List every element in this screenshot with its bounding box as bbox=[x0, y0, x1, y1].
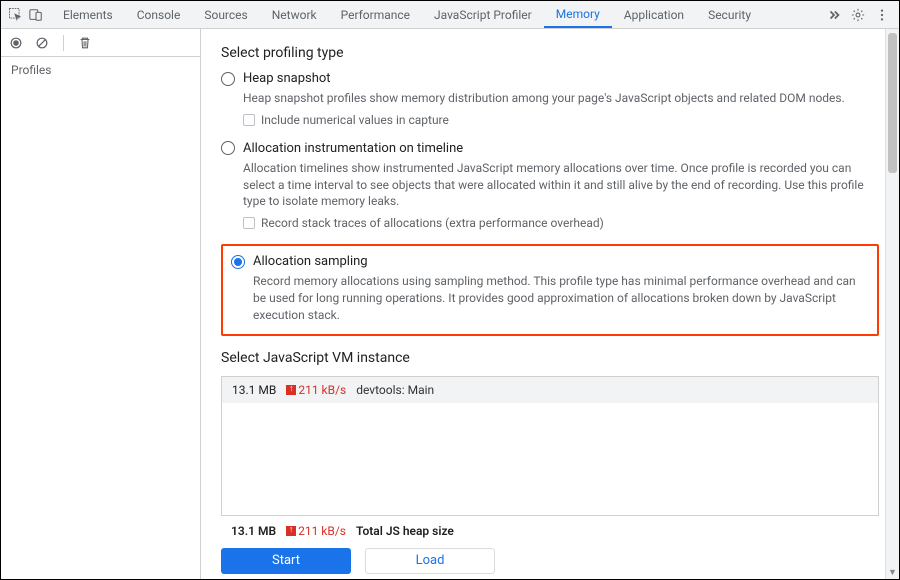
option-allocation-timeline-row[interactable]: Allocation instrumentation on timeline bbox=[221, 141, 879, 156]
clear-icon[interactable] bbox=[35, 36, 49, 50]
checkbox-stack-traces-label: Record stack traces of allocations (extr… bbox=[261, 216, 604, 230]
total-memory: 13.1 MB bbox=[231, 524, 276, 538]
checkbox-stack-traces[interactable] bbox=[243, 217, 255, 229]
checkbox-numerical-values[interactable] bbox=[243, 114, 255, 126]
option-allocation-sampling-title: Allocation sampling bbox=[253, 254, 368, 269]
load-button[interactable]: Load bbox=[365, 548, 495, 574]
start-button[interactable]: Start bbox=[221, 548, 351, 574]
vertical-scrollbar[interactable]: ▲ ▼ bbox=[885, 29, 899, 579]
inspect-icon[interactable] bbox=[9, 8, 23, 22]
radio-heap-snapshot[interactable] bbox=[221, 72, 235, 86]
devtools-window: Elements Console Sources Network Perform… bbox=[0, 0, 900, 580]
rate-up-arrow-icon: ↑ bbox=[286, 385, 296, 395]
section-profiling-type: Select profiling type bbox=[221, 45, 879, 61]
tab-security[interactable]: Security bbox=[696, 1, 763, 28]
record-icon[interactable] bbox=[9, 36, 23, 50]
panel-tabs: Elements Console Sources Network Perform… bbox=[51, 1, 763, 28]
option-heap-snapshot-row[interactable]: Heap snapshot bbox=[221, 71, 879, 86]
tab-console[interactable]: Console bbox=[125, 1, 193, 28]
scroll-down-icon[interactable]: ▼ bbox=[886, 565, 899, 579]
vm-name: devtools: Main bbox=[356, 383, 434, 397]
option-allocation-timeline: Allocation instrumentation on timeline A… bbox=[221, 141, 879, 230]
rate-up-arrow-icon: ↑ bbox=[286, 526, 296, 536]
main-content: Select profiling type Heap snapshot Heap… bbox=[201, 29, 899, 579]
option-allocation-timeline-desc: Allocation timelines show instrumented J… bbox=[243, 160, 879, 210]
vm-instance-row[interactable]: 13.1 MB ↑211 kB/s devtools: Main bbox=[222, 377, 878, 403]
vm-rate: ↑211 kB/s bbox=[286, 383, 346, 397]
highlighted-option: Allocation sampling Record memory alloca… bbox=[221, 244, 879, 335]
option-allocation-timeline-sub[interactable]: Record stack traces of allocations (extr… bbox=[243, 216, 879, 230]
sidebar-heading: Profiles bbox=[1, 57, 200, 83]
option-allocation-sampling-row[interactable]: Allocation sampling bbox=[231, 254, 869, 269]
tabbar-right-controls bbox=[827, 8, 899, 22]
total-rate: ↑211 kB/s bbox=[286, 524, 346, 538]
tab-sources[interactable]: Sources bbox=[192, 1, 259, 28]
tab-memory[interactable]: Memory bbox=[544, 1, 612, 28]
main-panel: Select profiling type Heap snapshot Heap… bbox=[201, 29, 899, 579]
toolbar-divider bbox=[63, 35, 64, 51]
scrollbar-thumb[interactable] bbox=[888, 33, 897, 173]
vm-memory: 13.1 MB bbox=[232, 383, 276, 397]
heap-summary: 13.1 MB ↑211 kB/s Total JS heap size bbox=[221, 516, 879, 544]
gear-icon[interactable] bbox=[851, 8, 865, 22]
tab-network[interactable]: Network bbox=[260, 1, 329, 28]
option-allocation-sampling-desc: Record memory allocations using sampling… bbox=[253, 273, 869, 323]
option-heap-snapshot-sub[interactable]: Include numerical values in capture bbox=[243, 113, 879, 127]
action-buttons: Start Load bbox=[221, 544, 879, 579]
radio-allocation-timeline[interactable] bbox=[221, 141, 235, 155]
section-vm-instance: Select JavaScript VM instance bbox=[221, 350, 879, 366]
sidebar: Profiles bbox=[1, 29, 201, 579]
kebab-menu-icon[interactable] bbox=[875, 8, 889, 22]
option-heap-snapshot-desc: Heap snapshot profiles show memory distr… bbox=[243, 90, 879, 107]
option-heap-snapshot: Heap snapshot Heap snapshot profiles sho… bbox=[221, 71, 879, 127]
option-allocation-timeline-title: Allocation instrumentation on timeline bbox=[243, 141, 463, 156]
more-tabs-icon[interactable] bbox=[827, 8, 841, 22]
panel-body: Profiles Select profiling type Heap snap… bbox=[1, 29, 899, 579]
tab-elements[interactable]: Elements bbox=[51, 1, 125, 28]
radio-allocation-sampling[interactable] bbox=[231, 255, 245, 269]
checkbox-numerical-values-label: Include numerical values in capture bbox=[261, 113, 449, 127]
option-heap-snapshot-title: Heap snapshot bbox=[243, 71, 331, 86]
top-tabbar: Elements Console Sources Network Perform… bbox=[1, 1, 899, 29]
device-toggle-icon[interactable] bbox=[29, 8, 43, 22]
inspect-controls bbox=[5, 8, 51, 22]
vm-instance-list: 13.1 MB ↑211 kB/s devtools: Main bbox=[221, 376, 879, 516]
sidebar-toolbar bbox=[1, 29, 200, 57]
trash-icon[interactable] bbox=[78, 36, 92, 50]
option-allocation-sampling: Allocation sampling Record memory alloca… bbox=[231, 254, 869, 323]
heap-summary-label: Total JS heap size bbox=[356, 524, 454, 538]
tab-js-profiler[interactable]: JavaScript Profiler bbox=[422, 1, 544, 28]
tab-performance[interactable]: Performance bbox=[329, 1, 422, 28]
tab-application[interactable]: Application bbox=[612, 1, 696, 28]
